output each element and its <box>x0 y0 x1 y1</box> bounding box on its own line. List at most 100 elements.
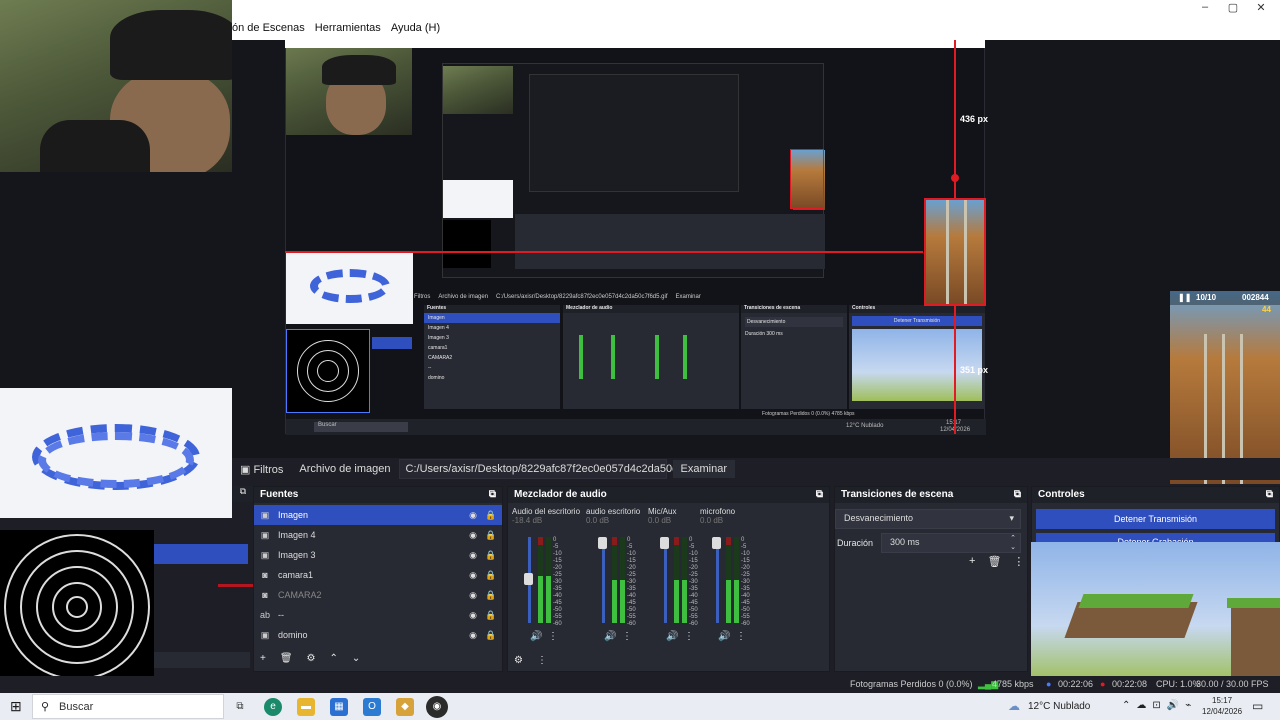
visibility-eye-icon[interactable]: ◉ <box>466 630 480 641</box>
mixer-menu-icon[interactable]: ⋮ <box>537 655 547 666</box>
undock-icon[interactable]: ⧉ <box>1266 489 1273 501</box>
taskbar-search[interactable]: ⚲ Buscar <box>32 694 224 719</box>
move-down-button[interactable]: ⌄ <box>352 653 360 664</box>
remove-transition-button[interactable]: 🗑 <box>987 555 1001 568</box>
source-settings-button[interactable]: ⚙ <box>307 653 316 664</box>
volume-slider-track[interactable] <box>716 537 719 623</box>
visibility-eye-icon[interactable]: ◉ <box>466 510 480 521</box>
volume-slider-track[interactable] <box>664 537 667 623</box>
lock-icon[interactable]: 🔒 <box>484 550 498 561</box>
scenes-dock-remnant <box>154 652 250 668</box>
game-overlay[interactable]: ❚❚ 10/10 002844 44 <box>1170 291 1280 484</box>
source-item[interactable]: ▣ Imagen 4 ◉ 🔒 <box>254 525 502 545</box>
source-item[interactable]: ▣ Imagen ◉ 🔒 <box>254 505 502 525</box>
volume-slider-track[interactable] <box>602 537 605 623</box>
scenes-undock-icon[interactable]: ⧉ <box>233 486 253 502</box>
edge-icon[interactable]: e <box>264 698 282 716</box>
volume-slider-handle[interactable] <box>524 573 533 585</box>
source-item[interactable]: ab -- ◉ 🔒 <box>254 605 502 625</box>
meter-scale-label: -60 <box>689 621 698 627</box>
undock-icon[interactable]: ⧉ <box>1014 489 1021 501</box>
lock-icon[interactable]: 🔒 <box>484 530 498 541</box>
app-icon[interactable]: ◆ <box>396 698 414 716</box>
webcam-overlay[interactable] <box>0 0 232 172</box>
source-type-icon: ▣ <box>260 629 270 640</box>
image-path-field[interactable]: C:/Users/axisr/Desktop/8229afc87f2ec0e05… <box>398 459 720 479</box>
minimize-button[interactable]: – <box>1198 1 1212 13</box>
speaker-icon[interactable]: 🔊 <box>666 631 678 642</box>
source-item[interactable]: ▣ domino ◉ 🔒 <box>254 625 502 645</box>
lock-icon[interactable]: 🔒 <box>484 570 498 581</box>
clock-time[interactable]: 15:17 <box>1212 696 1232 705</box>
visibility-eye-icon[interactable]: ◉ <box>466 550 480 561</box>
add-source-button[interactable]: + <box>260 653 266 664</box>
stream-icon: ● <box>1046 679 1052 689</box>
channel-menu-icon[interactable]: ⋮ <box>736 631 746 642</box>
nested-src: Imagen 4 <box>428 325 449 331</box>
source-item[interactable]: ▣ Imagen 3 ◉ 🔒 <box>254 545 502 565</box>
filters-button[interactable]: ▣ Filtros <box>232 460 291 479</box>
undock-icon[interactable]: ⧉ <box>816 489 823 501</box>
file-explorer-icon[interactable]: ▬ <box>297 698 315 716</box>
volume-slider-handle[interactable] <box>598 537 607 549</box>
spin-arrows-icon[interactable]: ⌃ ⌄ <box>1010 534 1016 552</box>
speaker-icon[interactable]: 🔊 <box>718 631 730 642</box>
channel-menu-icon[interactable]: ⋮ <box>622 631 632 642</box>
tray-icons[interactable]: ⌃☁⊡🔊⌁ <box>1122 700 1197 711</box>
visibility-eye-icon[interactable]: ◉ <box>466 590 480 601</box>
volume-slider-handle[interactable] <box>712 537 721 549</box>
transition-select[interactable]: Desvanecimiento ▾ <box>835 509 1021 529</box>
source-item[interactable]: ◙ CAMARA2 ◉ 🔒 <box>254 585 502 605</box>
visibility-eye-icon[interactable]: ◉ <box>466 530 480 541</box>
nested-preview: Filtros Archivo de imagen C:/Users/axisr… <box>285 40 986 435</box>
move-up-button[interactable]: ⌃ <box>330 653 338 664</box>
menu-scene-collection[interactable]: ón de Escenas <box>232 22 305 34</box>
menu-help[interactable]: Ayuda (H) <box>391 22 440 34</box>
stop-stream-button[interactable]: Detener Transmisión <box>1036 509 1275 529</box>
clock-date[interactable]: 12/04/2026 <box>1202 707 1242 716</box>
notification-icon[interactable]: ▭ <box>1252 699 1263 713</box>
remove-source-button[interactable]: 🗑 <box>280 653 293 664</box>
duration-spinbox[interactable]: 300 ms ⌃ ⌄ <box>881 533 1022 553</box>
spiral-overlay[interactable] <box>0 530 154 682</box>
scene-item-selected[interactable] <box>154 544 248 564</box>
meter-scale-label: -10 <box>553 551 562 557</box>
add-transition-button[interactable]: + <box>969 555 975 568</box>
speaker-icon[interactable]: 🔊 <box>604 631 616 642</box>
close-button[interactable]: ✕ <box>1254 1 1268 14</box>
domino-overlay[interactable] <box>0 388 232 518</box>
lock-icon[interactable]: 🔒 <box>484 630 498 641</box>
webcam-nested <box>286 41 412 135</box>
transition-menu-icon[interactable]: ⋮ <box>1013 555 1024 568</box>
menu-tools[interactable]: Herramientas <box>315 22 381 34</box>
channel-menu-icon[interactable]: ⋮ <box>684 631 694 642</box>
game-source-selected[interactable] <box>924 198 986 306</box>
nested-image-label: Archivo de imagen <box>438 294 489 300</box>
store-icon[interactable]: ▦ <box>330 698 348 716</box>
speaker-icon[interactable]: 🔊 <box>530 631 542 642</box>
lock-icon[interactable]: 🔒 <box>484 610 498 621</box>
image-file-label: Archivo de imagen <box>299 463 391 475</box>
lock-icon[interactable]: 🔒 <box>484 510 498 521</box>
meter-scale-label: -35 <box>553 586 562 592</box>
meter-scale: 0 -5 -10 -15 -20 -25 -30 -35 -40 -45 -50 -55 -60 <box>741 537 750 628</box>
mixer-settings-icon[interactable]: ⚙ <box>514 655 523 666</box>
minecraft-overlay[interactable] <box>1031 542 1280 682</box>
visibility-eye-icon[interactable]: ◉ <box>466 610 480 621</box>
visibility-eye-icon[interactable]: ◉ <box>466 570 480 581</box>
source-item[interactable]: ◙ camara1 ◉ 🔒 <box>254 565 502 585</box>
undock-icon[interactable]: ⧉ <box>489 489 496 501</box>
lock-icon[interactable]: 🔒 <box>484 590 498 601</box>
weather[interactable]: 12°C Nublado <box>1028 701 1090 712</box>
windows-start-icon[interactable]: ⊞ <box>10 698 22 715</box>
browse-button[interactable]: Examinar <box>672 460 735 478</box>
pause-icon[interactable]: ❚❚ <box>1178 293 1191 302</box>
channel-menu-icon[interactable]: ⋮ <box>548 631 558 642</box>
maximize-button[interactable]: ▢ <box>1226 1 1240 14</box>
guide-handle <box>951 174 959 182</box>
volume-slider-handle[interactable] <box>660 537 669 549</box>
task-view-icon[interactable]: ⧉ <box>231 698 249 716</box>
outlook-icon[interactable]: O <box>363 698 381 716</box>
obs-icon[interactable]: ◉ <box>426 696 448 718</box>
game-score: 002844 <box>1242 293 1269 302</box>
